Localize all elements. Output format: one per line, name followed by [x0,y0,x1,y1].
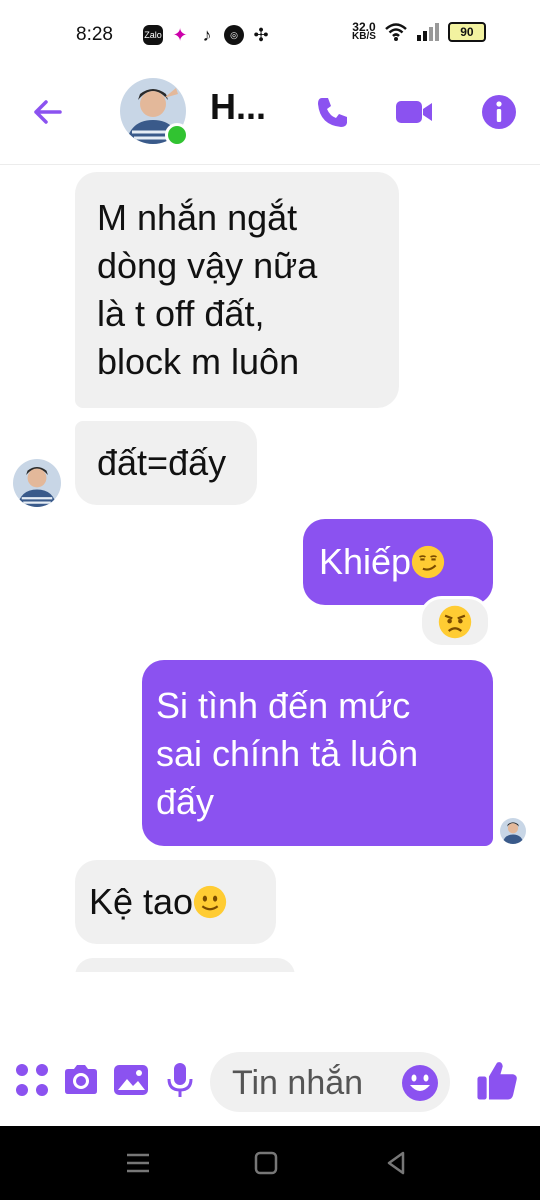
message-line: sai chính tả luôn [156,733,419,774]
emoji-icon[interactable] [400,1063,440,1103]
message-line: Si tình đến mức [156,685,411,726]
notification-icons: Zalo ✦ ♪ ◎ ✣ [143,25,271,45]
message-bubble-sent[interactable]: Khiếp [303,519,493,605]
chat-header: H... [0,70,540,165]
message-bubble-sent[interactable]: Si tình đến mức sai chính tả luôn đấy [142,660,493,846]
system-indicators: 32.0 KB/S 90 [352,21,486,42]
home-icon[interactable] [251,1148,281,1178]
wifi-icon [385,23,407,41]
contact-name[interactable]: H... [210,86,266,128]
message-composer: Tin nhắn [0,1040,540,1126]
message-input-placeholder: Tin nhắn [232,1064,364,1102]
network-speed: 32.0 KB/S [352,21,376,42]
phone-icon[interactable] [312,92,352,132]
info-icon[interactable] [479,92,519,132]
signal-icon [416,23,439,41]
message-bubble[interactable]: M nhắn ngắt dòng vậy nữa là t off đất, b… [75,172,399,408]
message-fade-area [0,972,540,1040]
message-text: Khiếp [319,541,412,582]
system-nav-bar [0,1126,540,1200]
avatar-photo-icon [500,818,526,844]
tiktok-icon: ♪ [202,24,212,45]
message-reaction[interactable] [419,596,491,648]
message-line: block m luôn [97,341,300,382]
zalo-icon: Zalo [143,25,163,45]
star-icon: ✦ [172,24,188,45]
message-line: là t off đất, [97,293,265,334]
online-status-dot [165,123,189,147]
message-input[interactable]: Tin nhắn [210,1052,450,1112]
angry-emoji-icon [438,605,472,639]
video-call-icon[interactable] [394,92,434,132]
status-time: 8:28 [76,24,113,45]
avatar-photo-icon [13,459,61,507]
menu-icon[interactable] [123,1148,153,1178]
browser-icon: ◎ [224,25,244,45]
message-text: Kệ tao [89,881,194,922]
message-text: đất=đấy [97,442,227,483]
camera-icon[interactable] [61,1060,101,1100]
message-line: đấy [156,781,215,822]
message-bubble[interactable]: Kệ tao [75,860,276,944]
status-bar: 8:28 Zalo ✦ ♪ ◎ ✣ 32.0 KB/S 90 [0,0,540,70]
message-line: dòng vậy nữa [97,245,318,286]
apps-icon[interactable] [12,1060,52,1100]
pinwheel-icon: ✣ [253,24,269,45]
mic-icon[interactable] [160,1060,200,1100]
thumbs-up-icon[interactable] [474,1057,520,1103]
slight-smile-emoji-icon [193,885,227,919]
message-line: M nhắn ngắt [97,197,298,238]
smirk-emoji-icon [411,545,445,579]
message-bubble[interactable]: đất=đấy [75,421,257,505]
back-nav-icon[interactable] [381,1148,411,1178]
battery-indicator: 90 [447,22,486,42]
seen-receipt-avatar [500,818,526,844]
contact-avatar-small[interactable] [13,459,61,507]
back-arrow-icon[interactable] [28,92,68,132]
speed-unit: KB/S [352,31,376,42]
image-icon[interactable] [111,1060,151,1100]
